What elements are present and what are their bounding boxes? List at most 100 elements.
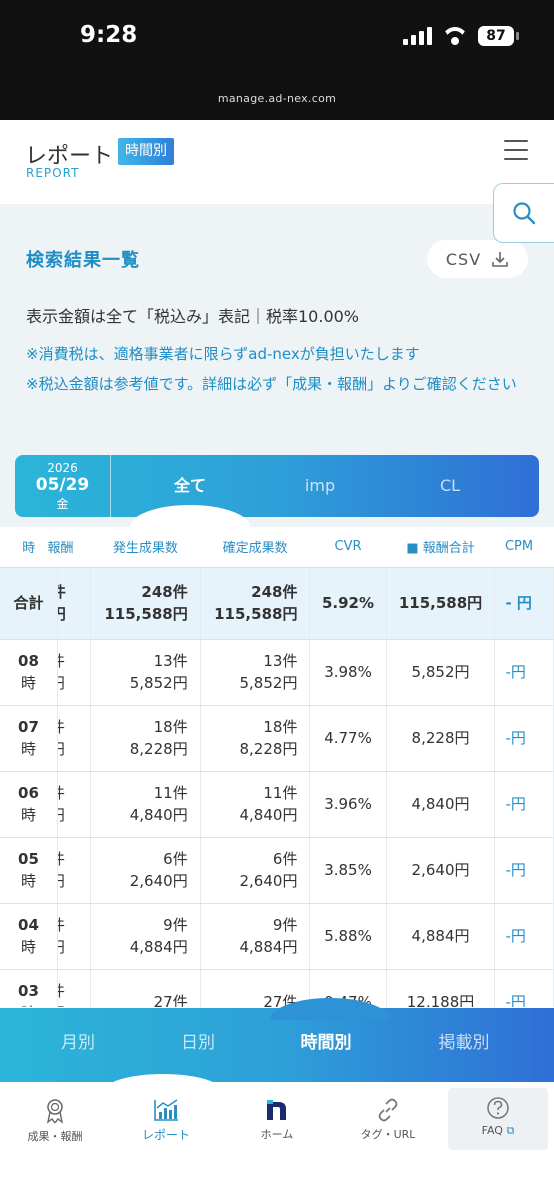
status-bar: 9:28 87 manage.ad-nex.com bbox=[0, 0, 554, 120]
battery-level: 87 bbox=[486, 28, 506, 44]
row-hour: 04 時 bbox=[0, 903, 58, 970]
table-row: 06時)件)円11件4,840円11件4,840円3.96%4,840円-円 bbox=[0, 771, 554, 838]
nav-label: タグ・URL bbox=[360, 1128, 416, 1141]
hamburger-menu-button[interactable] bbox=[504, 140, 528, 160]
date-day: 05/29 bbox=[35, 475, 90, 495]
mode-badge: 時間別 bbox=[118, 138, 174, 165]
nav-tag-url[interactable]: タグ・URL bbox=[338, 1090, 438, 1156]
segment-monthly[interactable]: 月別 bbox=[28, 1008, 128, 1082]
header-confirmed[interactable]: 確定成果数 bbox=[200, 527, 310, 568]
row-generated: 27件 bbox=[90, 969, 201, 1007]
row-total-reward: 4,884円 bbox=[386, 903, 496, 970]
nav-rewards[interactable]: 成果・報酬 bbox=[5, 1090, 105, 1156]
row-reward: )件)円 bbox=[57, 705, 91, 772]
download-icon bbox=[492, 252, 508, 267]
row-cvr: 3.96% bbox=[309, 771, 387, 838]
search-icon bbox=[513, 202, 536, 225]
nav-label: FAQ ⧉ bbox=[481, 1124, 515, 1137]
table-row: 04時)件)円9件4,884円9件4,884円5.88%4,884円-円 bbox=[0, 903, 554, 970]
row-confirmed: 9件 4,884円 bbox=[200, 903, 311, 970]
table-row-total: 合計 )件)円 248件115,588円 248件115,588円 5.92% … bbox=[0, 567, 554, 640]
nav-label: 成果・報酬 bbox=[27, 1130, 83, 1143]
total-label: 合計 bbox=[0, 567, 58, 640]
menu-line bbox=[504, 140, 528, 142]
total-total-reward: 115,588円 bbox=[386, 567, 496, 640]
filter-bar: 2026 05/29 金 全て imp CL bbox=[15, 455, 539, 517]
external-link-icon: ⧉ bbox=[506, 1124, 515, 1137]
app-header: レポート REPORT 時間別 bbox=[0, 120, 554, 196]
home-logo-icon bbox=[267, 1100, 286, 1120]
row-cpm: -円 bbox=[494, 771, 554, 838]
page-subtitle: REPORT bbox=[26, 166, 80, 180]
chart-icon bbox=[154, 1099, 178, 1121]
date-selector[interactable]: 2026 05/29 金 bbox=[15, 455, 111, 517]
row-confirmed: 13件 5,852円 bbox=[200, 639, 311, 706]
row-hour: 06 時 bbox=[0, 771, 58, 838]
row-total-reward: 4,840円 bbox=[386, 771, 496, 838]
header-cvr[interactable]: CVR bbox=[309, 527, 387, 568]
wifi-icon bbox=[442, 27, 468, 45]
period-segment-bar: 月別 日別 時間別 掲載別 bbox=[0, 998, 554, 1092]
total-reward: )件)円 bbox=[57, 567, 91, 640]
row-hour: 03時 bbox=[0, 969, 58, 1007]
row-generated: 11件 4,840円 bbox=[90, 771, 201, 838]
row-cvr: 5.88% bbox=[309, 903, 387, 970]
segment-daily[interactable]: 日別 bbox=[148, 1008, 248, 1082]
signal-icon bbox=[403, 27, 432, 45]
menu-line bbox=[504, 158, 528, 160]
row-total-reward: 5,852円 bbox=[386, 639, 496, 706]
question-icon bbox=[487, 1097, 509, 1119]
search-result-title: 検索結果一覧 bbox=[26, 250, 140, 271]
table-row: 05時)件)円6件2,640円6件2,640円3.85%2,640円-円 bbox=[0, 837, 554, 904]
row-cpm: -円 bbox=[494, 837, 554, 904]
table-row: 03時)件)円27件27件9.47%12,188円-円 bbox=[0, 969, 554, 1007]
row-reward: )件)円 bbox=[57, 969, 91, 1007]
row-total-reward: 12,188円 bbox=[386, 969, 496, 1007]
header-cpm[interactable]: CPM bbox=[494, 527, 554, 568]
tax-note: 表示金額は全て「税込み」表記｜税率10.00% bbox=[26, 307, 360, 326]
filter-tab-imp[interactable]: imp bbox=[265, 455, 375, 517]
nav-report[interactable]: レポート bbox=[116, 1090, 216, 1156]
row-cvr: 3.98% bbox=[309, 639, 387, 706]
nav-faq[interactable]: FAQ ⧉ bbox=[448, 1088, 548, 1150]
report-table[interactable]: 時 報酬 発生成果数 確定成果数 CVR ■ 報酬合計 CPM 合計 )件)円 … bbox=[0, 527, 554, 1007]
nav-home[interactable]: ホーム bbox=[227, 1090, 327, 1156]
total-cpm: - 円 bbox=[494, 567, 554, 640]
segment-placement[interactable]: 掲載別 bbox=[414, 1008, 514, 1082]
csv-download-button[interactable]: CSV bbox=[427, 240, 528, 278]
csv-label: CSV bbox=[445, 249, 482, 269]
row-generated: 6件 2,640円 bbox=[90, 837, 201, 904]
row-cpm: -円 bbox=[494, 903, 554, 970]
table-header-row: 時 報酬 発生成果数 確定成果数 CVR ■ 報酬合計 CPM bbox=[0, 527, 554, 568]
row-hour: 08 時 bbox=[0, 639, 58, 706]
notice-line-2: ※税込金額は参考値です。詳細は必ず「成果・報酬」よりご確認ください bbox=[26, 375, 517, 393]
menu-line bbox=[504, 149, 528, 151]
total-generated: 248件 115,588円 bbox=[90, 567, 201, 640]
report-table-grid: 時 報酬 発生成果数 確定成果数 CVR ■ 報酬合計 CPM 合計 )件)円 … bbox=[0, 527, 554, 1007]
row-confirmed: 18件 8,228円 bbox=[200, 705, 311, 772]
header-reward[interactable]: 報酬 bbox=[47, 527, 91, 568]
bottom-nav: 成果・報酬 レポート ホーム タグ・URL FAQ ⧉ bbox=[0, 1082, 554, 1200]
status-time: 9:28 bbox=[80, 22, 138, 48]
nav-label: ホーム bbox=[260, 1128, 294, 1141]
filter-tab-cl[interactable]: CL bbox=[395, 455, 505, 517]
header-total-reward[interactable]: ■ 報酬合計 bbox=[386, 527, 495, 568]
battery-icon: 87 bbox=[478, 26, 519, 46]
notice-line-1: ※消費税は、適格事業者に限らずad-nexが負担いたします bbox=[26, 345, 420, 363]
total-confirmed: 248件 115,588円 bbox=[200, 567, 311, 640]
row-reward: )件)円 bbox=[57, 837, 91, 904]
row-reward: )件)円 bbox=[57, 771, 91, 838]
url-bar[interactable]: manage.ad-nex.com bbox=[0, 92, 554, 105]
status-icons: 87 bbox=[403, 26, 519, 46]
row-reward: )件)円 bbox=[57, 903, 91, 970]
segment-hourly[interactable]: 時間別 bbox=[276, 1008, 376, 1082]
header-generated[interactable]: 発生成果数 bbox=[90, 527, 201, 568]
row-cvr: 3.85% bbox=[309, 837, 387, 904]
row-hour: 05 時 bbox=[0, 837, 58, 904]
row-cpm: -円 bbox=[494, 639, 554, 706]
row-generated: 18件 8,228円 bbox=[90, 705, 201, 772]
date-weekday: 金 bbox=[56, 497, 69, 511]
search-button[interactable] bbox=[493, 183, 554, 243]
link-icon bbox=[378, 1098, 398, 1122]
row-cpm: -円 bbox=[494, 969, 554, 1007]
